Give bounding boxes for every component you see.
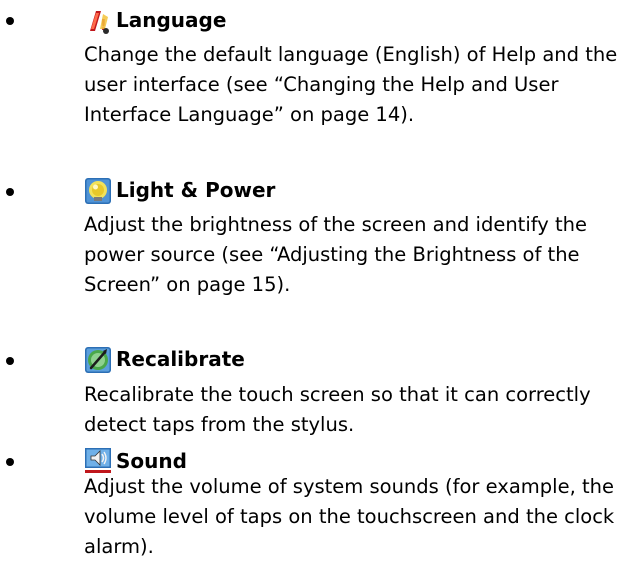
item-description: Adjust the volume of system sounds (for … bbox=[84, 475, 615, 558]
language-icon: ! bbox=[84, 7, 112, 35]
item-title: Light & Power bbox=[116, 178, 276, 202]
item-description: Recalibrate the touch screen so that it … bbox=[84, 383, 591, 436]
item-title: Sound bbox=[116, 449, 187, 473]
recalibrate-icon bbox=[84, 346, 112, 374]
bullet bbox=[6, 188, 14, 196]
item-description: Change the default language (English) of… bbox=[84, 43, 618, 126]
bullet bbox=[6, 17, 14, 25]
item-title: Language bbox=[116, 8, 227, 32]
bullet bbox=[6, 357, 14, 365]
speaker-icon bbox=[84, 447, 112, 475]
light-bulb-icon bbox=[84, 177, 112, 205]
item-title: Recalibrate bbox=[116, 347, 245, 371]
item-description: Adjust the brightness of the screen and … bbox=[84, 213, 588, 296]
bullet bbox=[6, 458, 14, 466]
